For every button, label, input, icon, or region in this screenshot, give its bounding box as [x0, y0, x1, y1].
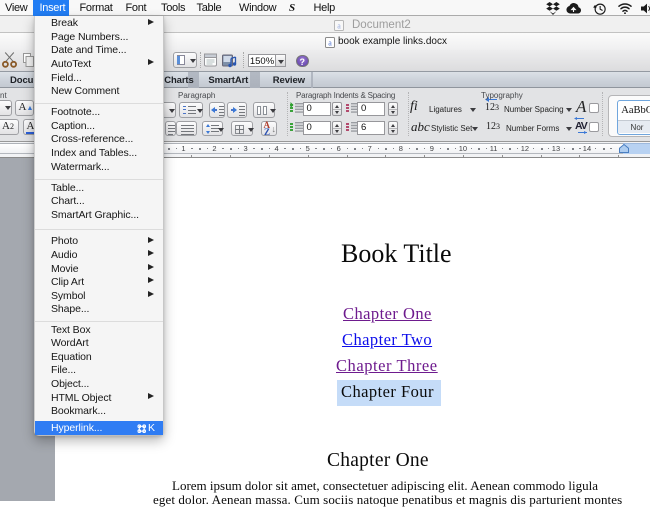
svg-text:a: a	[328, 38, 332, 47]
svg-text:a: a	[337, 21, 341, 30]
